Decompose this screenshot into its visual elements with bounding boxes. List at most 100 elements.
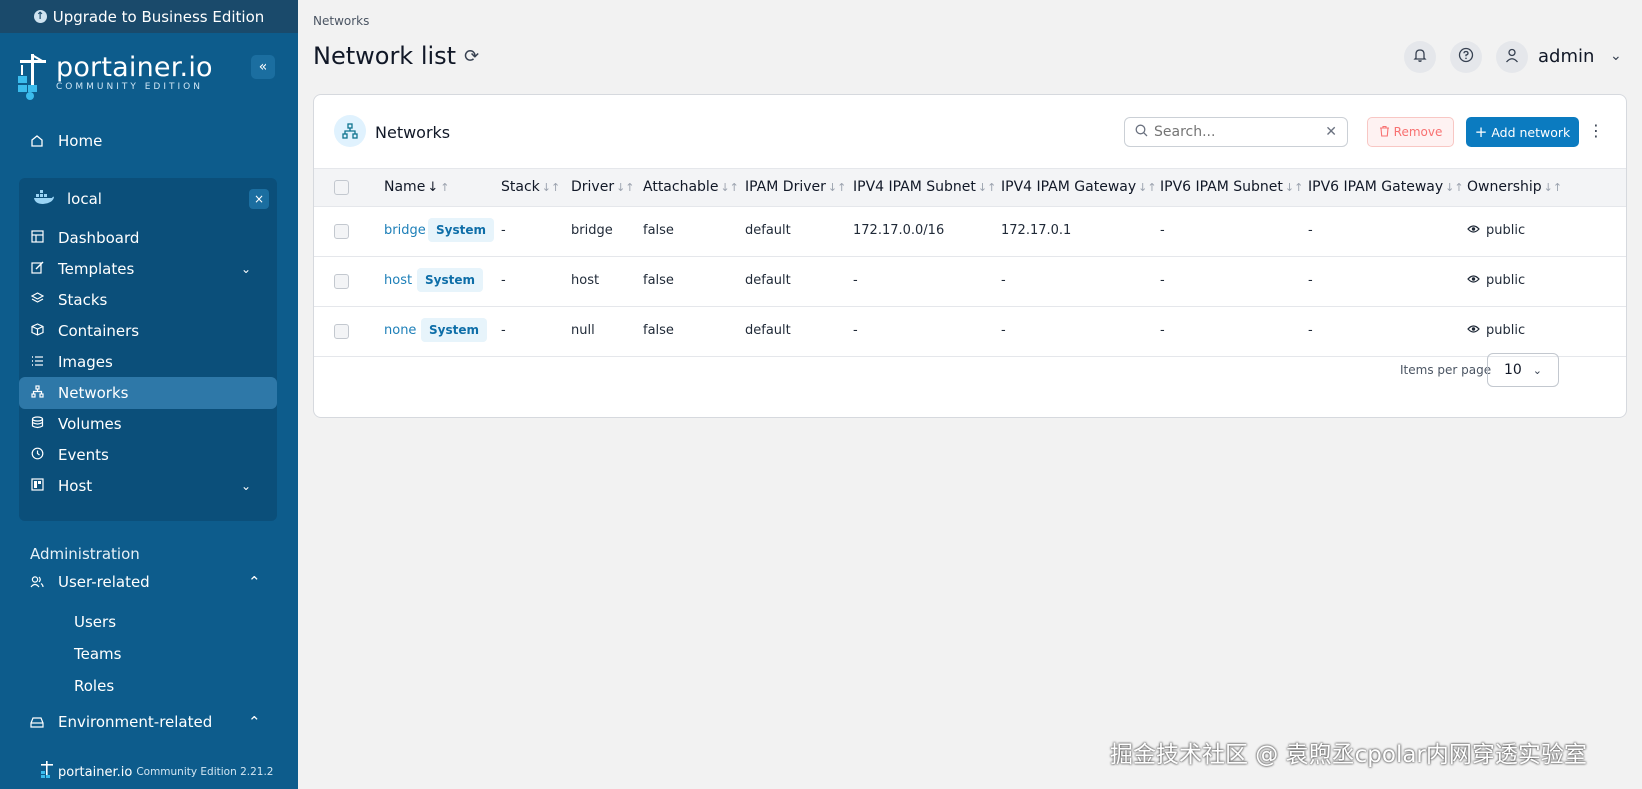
sidebar-item-label: Volumes [58, 415, 122, 433]
items-per-page-value: 10 [1504, 362, 1522, 378]
help-button[interactable] [1450, 41, 1482, 73]
network-name-link[interactable]: bridge [384, 223, 426, 238]
sidebar-item-label: Host [58, 477, 93, 495]
more-options-icon[interactable]: ⋮ [1588, 121, 1604, 140]
cell-driver: bridge [571, 223, 613, 238]
network-name-link[interactable]: none [384, 323, 416, 338]
environment-header[interactable]: local [33, 178, 102, 220]
column-header-stack[interactable]: Stack ↓↑ [501, 179, 560, 195]
row-checkbox[interactable] [334, 324, 349, 339]
column-header-ownership[interactable]: Ownership ↓↑ [1467, 179, 1562, 195]
select-all-checkbox[interactable] [334, 180, 349, 195]
chevron-down-icon: ⌄ [1532, 363, 1542, 377]
sidebar-item-volumes[interactable]: Volumes [31, 408, 267, 440]
home-icon [30, 134, 44, 148]
sidebar-item-roles[interactable]: Roles [74, 677, 114, 695]
sidebar-item-templates[interactable]: Templates ⌄ [31, 253, 267, 285]
refresh-icon[interactable]: ⟳ [464, 46, 479, 67]
sidebar-item-users[interactable]: Users [74, 613, 116, 631]
sidebar-item-label: Templates [58, 260, 135, 278]
portainer-logo[interactable]: portainer.io COMMUNITY EDITION [16, 52, 213, 100]
layers-icon [30, 291, 45, 309]
network-icon [334, 115, 366, 147]
bell-icon [1413, 48, 1427, 67]
docker-icon [33, 189, 55, 209]
sidebar-item-host[interactable]: Host ⌄ [31, 470, 267, 502]
cell-ipam-driver: default [745, 273, 791, 288]
sidebar-item-images[interactable]: Images [31, 346, 267, 378]
dashboard-icon [31, 229, 44, 247]
upgrade-label: Upgrade to Business Edition [52, 7, 265, 26]
sidebar-item-user-related[interactable]: User-related ⌃ [30, 573, 268, 591]
column-header-name[interactable]: Name ↓ ↑ [384, 179, 449, 195]
notifications-button[interactable] [1404, 41, 1436, 73]
search-input[interactable] [1154, 124, 1314, 140]
column-header-ipv4-subnet[interactable]: IPV4 IPAM Subnet ↓↑ [853, 179, 996, 195]
cell-ipv4-subnet: - [853, 323, 858, 338]
sidebar-item-label: Home [58, 132, 103, 150]
remove-label: Remove [1393, 125, 1443, 139]
sidebar: ↑ Upgrade to Business Edition portainer.… [0, 0, 298, 789]
sidebar-item-label: Events [58, 446, 109, 464]
column-header-ipv6-gateway[interactable]: IPV6 IPAM Gateway ↓↑ [1308, 179, 1464, 195]
sort-icon: ↓↑ [720, 181, 739, 194]
sidebar-item-teams[interactable]: Teams [74, 645, 121, 663]
card-header: Networks ✕ Remove + Add network ⋮ [314, 95, 1626, 169]
sidebar-item-label: Networks [58, 384, 129, 402]
sidebar-item-events[interactable]: Events [31, 439, 267, 471]
sidebar-item-networks[interactable]: Networks [19, 377, 277, 409]
table-row: host System - host false default - - - -… [314, 257, 1626, 307]
user-name[interactable]: admin [1538, 46, 1594, 67]
sidebar-item-environment-related[interactable]: Environment-related ⌃ [30, 713, 268, 731]
sort-icon: ↓↑ [541, 181, 561, 194]
network-icon [31, 384, 44, 402]
sort-icon: ↓↑ [977, 181, 997, 194]
clear-search-icon[interactable]: ✕ [1325, 124, 1337, 140]
eye-icon [1467, 323, 1480, 338]
cell-ipv6-subnet: - [1160, 223, 1165, 238]
environment-name: local [67, 190, 102, 208]
sidebar-item-label: Images [58, 353, 113, 371]
cell-ipv4-subnet: 172.17.0.0/16 [853, 223, 945, 238]
add-network-label: Add network [1491, 124, 1571, 140]
sidebar-item-containers[interactable]: Containers [31, 315, 267, 347]
upgrade-banner[interactable]: ↑ Upgrade to Business Edition [0, 0, 298, 33]
help-circle-icon [1458, 47, 1474, 67]
cell-ipv4-gateway: - [1001, 323, 1006, 338]
row-checkbox[interactable] [334, 274, 349, 289]
cell-ipv6-subnet: - [1160, 273, 1165, 288]
footer-version: Community Edition 2.21.2 [136, 766, 274, 778]
column-header-attachable[interactable]: Attachable ↓↑ [643, 179, 739, 195]
chevron-down-icon[interactable]: ⌄ [1610, 48, 1622, 64]
user-icon [1505, 48, 1519, 67]
eye-icon [1467, 273, 1480, 288]
sidebar-item-home[interactable]: Home [30, 132, 102, 150]
administration-heading: Administration [30, 545, 140, 563]
add-network-button[interactable]: + Add network [1466, 117, 1579, 147]
network-name-link[interactable]: host [384, 273, 412, 288]
column-header-driver[interactable]: Driver ↓↑ [571, 179, 635, 195]
row-checkbox[interactable] [334, 224, 349, 239]
column-header-ipv4-gateway[interactable]: IPV4 IPAM Gateway ↓↑ [1001, 179, 1157, 195]
items-per-page-label: Items per page [1400, 363, 1492, 377]
remove-button[interactable]: Remove [1367, 117, 1454, 147]
collapse-sidebar-button[interactable]: « [251, 55, 275, 79]
trash-icon [1379, 125, 1390, 140]
watermark-text: 掘金技术社区 @ 袁煦丞cpolar内网穿透实验室 [1110, 742, 1587, 768]
sidebar-item-label: Dashboard [58, 229, 140, 247]
sidebar-item-label: User-related [58, 573, 150, 591]
cell-stack: - [501, 323, 506, 338]
system-badge: System [428, 218, 494, 242]
networks-card: Networks ✕ Remove + Add network ⋮ Name↓↑… [313, 94, 1627, 418]
column-header-ipv6-subnet[interactable]: IPV6 IPAM Subnet ↓↑ [1160, 179, 1303, 195]
user-menu-button[interactable] [1496, 41, 1528, 73]
close-environment-button[interactable]: × [249, 189, 269, 209]
column-header-ipam-driver[interactable]: IPAM Driver ↓↑ [745, 179, 846, 195]
chevron-down-icon: ⌄ [240, 479, 251, 493]
items-per-page-select[interactable]: 10 ⌄ [1487, 353, 1559, 387]
sidebar-item-dashboard[interactable]: Dashboard [31, 222, 267, 254]
sidebar-item-stacks[interactable]: Stacks [30, 284, 267, 316]
hard-drive-icon [30, 715, 44, 729]
page-title: Network list ⟳ [313, 42, 479, 70]
arrow-up-icon: ↑ [33, 10, 47, 23]
